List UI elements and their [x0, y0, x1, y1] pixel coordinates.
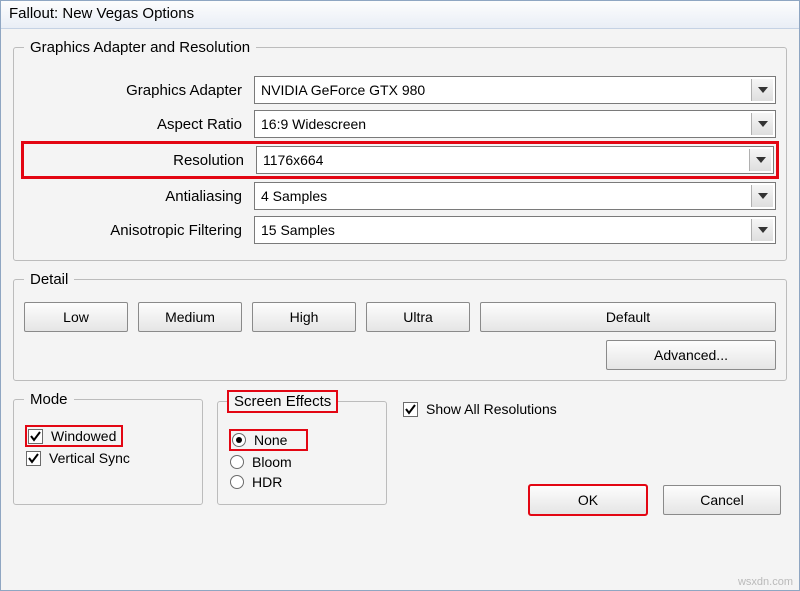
detail-legend: Detail — [24, 271, 74, 288]
detail-low-button[interactable]: Low — [24, 302, 128, 332]
effects-none-highlight: None — [230, 430, 307, 450]
vsync-label: Vertical Sync — [49, 450, 130, 466]
adapter-label: Graphics Adapter — [24, 82, 254, 99]
aniso-value: 15 Samples — [261, 222, 335, 238]
effects-legend: Screen Effects — [228, 391, 337, 412]
windowed-highlight: Windowed — [26, 426, 122, 446]
detail-ultra-button[interactable]: Ultra — [366, 302, 470, 332]
mode-legend: Mode — [24, 391, 74, 408]
show-all-resolutions-checkbox[interactable] — [403, 402, 418, 417]
aspect-label: Aspect Ratio — [24, 116, 254, 133]
window-title: Fallout: New Vegas Options — [1, 1, 799, 29]
effects-none-radio[interactable] — [232, 433, 246, 447]
show-all-resolutions-label: Show All Resolutions — [426, 401, 557, 417]
aspect-select[interactable]: 16:9 Widescreen — [254, 110, 776, 138]
aniso-label: Anisotropic Filtering — [24, 222, 254, 239]
effects-hdr-label: HDR — [252, 474, 282, 490]
chevron-down-icon — [749, 149, 771, 171]
detail-group: Detail Low Medium High Ultra Default Adv… — [13, 271, 787, 381]
windowed-label: Windowed — [51, 428, 116, 444]
options-window: Fallout: New Vegas Options Graphics Adap… — [0, 0, 800, 591]
mode-group: Mode Windowed Vertical Sync — [13, 391, 203, 505]
aniso-select[interactable]: 15 Samples — [254, 216, 776, 244]
vsync-checkbox[interactable] — [26, 451, 41, 466]
chevron-down-icon — [751, 219, 773, 241]
aa-label: Antialiasing — [24, 188, 254, 205]
chevron-down-icon — [751, 185, 773, 207]
ok-button[interactable]: OK — [529, 485, 647, 515]
effects-bloom-label: Bloom — [252, 454, 292, 470]
adapter-select[interactable]: NVIDIA GeForce GTX 980 — [254, 76, 776, 104]
advanced-button[interactable]: Advanced... — [606, 340, 776, 370]
cancel-button[interactable]: Cancel — [663, 485, 781, 515]
client-area: Graphics Adapter and Resolution Graphics… — [1, 29, 799, 523]
windowed-checkbox[interactable] — [28, 429, 43, 444]
effects-group: Screen Effects None Bloom HDR — [217, 391, 387, 505]
resolution-label: Resolution — [26, 152, 256, 169]
adapter-value: NVIDIA GeForce GTX 980 — [261, 82, 425, 98]
aa-select[interactable]: 4 Samples — [254, 182, 776, 210]
effects-bloom-radio[interactable] — [230, 455, 244, 469]
effects-none-label: None — [254, 432, 287, 448]
aspect-value: 16:9 Widescreen — [261, 116, 366, 132]
effects-hdr-radio[interactable] — [230, 475, 244, 489]
watermark: wsxdn.com — [738, 576, 793, 588]
resolution-value: 1176x664 — [263, 152, 323, 168]
detail-medium-button[interactable]: Medium — [138, 302, 242, 332]
graphics-legend: Graphics Adapter and Resolution — [24, 39, 256, 56]
graphics-group: Graphics Adapter and Resolution Graphics… — [13, 39, 787, 261]
resolution-select[interactable]: 1176x664 — [256, 146, 774, 174]
chevron-down-icon — [751, 79, 773, 101]
detail-high-button[interactable]: High — [252, 302, 356, 332]
detail-default-button[interactable]: Default — [480, 302, 776, 332]
resolution-row-highlight: Resolution 1176x664 — [24, 144, 776, 176]
aa-value: 4 Samples — [261, 188, 327, 204]
right-column: Show All Resolutions OK Cancel — [401, 391, 787, 515]
chevron-down-icon — [751, 113, 773, 135]
